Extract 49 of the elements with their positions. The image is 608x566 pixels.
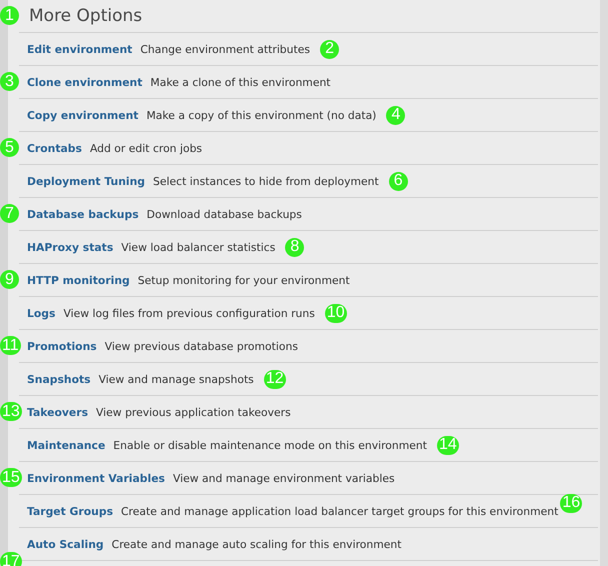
number-marker: 14 [437, 436, 459, 454]
option-description: View previous database promotions [104, 340, 298, 352]
option-link[interactable]: Maintenance [27, 438, 106, 452]
option-link[interactable]: Edit environment [27, 42, 132, 56]
option-link[interactable]: Clone environment [27, 76, 142, 88]
option-description: Create and manage application load balancer target groups for this environment [121, 504, 558, 518]
number-marker: 8 [285, 238, 304, 256]
option-link[interactable]: Auto Scaling [27, 538, 104, 550]
number-marker: 6 [388, 172, 408, 190]
section-title: More Options [29, 6, 142, 26]
option-link[interactable]: Crontabs [27, 142, 82, 154]
option-link[interactable]: Takeovers [27, 406, 88, 418]
option-link[interactable]: Target Groups [27, 504, 114, 518]
option-link[interactable]: HTTP monitoring [27, 274, 130, 286]
option-link[interactable]: Copy environment [27, 108, 138, 122]
option-link[interactable]: Environment Variables [27, 472, 165, 484]
option-description: View load balancer statistics [121, 240, 276, 254]
option-description: Enable or disable maintenance mode on this environment [113, 438, 427, 452]
option-description: Select instances to hide from deployment [153, 174, 379, 188]
number-marker: 13 [0, 402, 22, 421]
number-marker: 10 [324, 304, 347, 322]
option-link[interactable]: Database backups [27, 208, 139, 220]
option-link[interactable]: Snapshots [27, 372, 91, 386]
option-link[interactable]: Deployment Tuning [27, 174, 146, 188]
number-marker: 2 [320, 40, 340, 58]
option-description: Create and manage auto scaling for this environment [112, 538, 402, 550]
option-link[interactable]: HAProxy stats [27, 240, 114, 254]
option-description: View and manage environment variables [172, 472, 395, 484]
option-description: View previous application takeovers [96, 406, 291, 418]
number-marker: 9 [0, 270, 19, 289]
option-link[interactable]: Promotions [27, 340, 97, 352]
option-description: Make a copy of this environment (no data) [146, 108, 376, 122]
number-marker: 1 [0, 6, 19, 25]
option-description: Download database backups [146, 208, 302, 220]
number-marker: 4 [386, 106, 406, 124]
option-description: View and manage snapshots [98, 372, 254, 386]
number-marker: 5 [0, 138, 19, 157]
option-description: Change environment attributes [140, 42, 310, 56]
number-marker: 16 [560, 494, 582, 512]
option-link[interactable]: Logs [27, 306, 56, 320]
option-description: View log files from previous configuration runs [63, 306, 315, 320]
number-marker: 15 [0, 468, 22, 487]
number-marker: 11 [0, 336, 21, 355]
number-marker: 12 [264, 370, 286, 388]
number-marker: 17 [0, 552, 22, 566]
option-description: Setup monitoring for your environment [138, 274, 350, 286]
option-description: Make a clone of this environment [150, 76, 331, 88]
option-description: Add or edit cron jobs [90, 142, 202, 154]
number-marker: 7 [0, 204, 19, 223]
